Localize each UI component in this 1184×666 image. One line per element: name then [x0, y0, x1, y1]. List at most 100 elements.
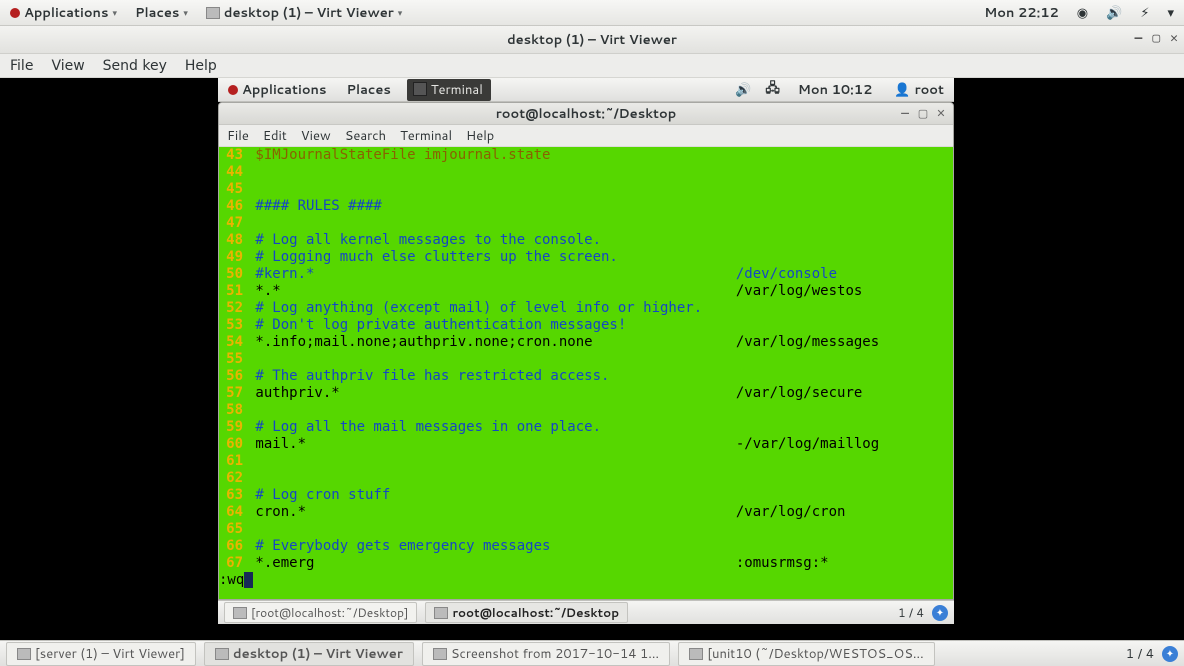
code-line: 57 authpriv.* /var/log/secure: [219, 385, 949, 402]
guest-user[interactable]: 👤 root: [890, 79, 948, 101]
code-text: *.* /var/log/westos: [247, 283, 862, 300]
outer-bottom-panel: [server (1) – Virt Viewer] desktop (1) –…: [0, 640, 1184, 666]
battery-icon[interactable]: ⚡: [1136, 2, 1153, 24]
wifi-icon[interactable]: ◉: [1073, 2, 1092, 24]
code-line: 54 *.info;mail.none;authpriv.none;cron.n…: [219, 334, 949, 351]
taskbar-item[interactable]: desktop (1) – Virt Viewer: [204, 642, 414, 666]
workspace-badge[interactable]: ✦: [1162, 646, 1178, 662]
menu-file[interactable]: File: [10, 58, 33, 74]
outer-top-panel: Applications ▾ Places ▾ desktop (1) – Vi…: [0, 0, 1184, 26]
network-icon[interactable]: 🖧: [765, 79, 780, 101]
code-text: # Log all kernel messages to the console…: [247, 232, 601, 249]
active-app-menu[interactable]: desktop (1) – Virt Viewer ▾: [202, 2, 406, 24]
code-line: 61: [219, 453, 949, 470]
code-line: 52 # Log anything (except mail) of level…: [219, 300, 949, 317]
code-text: [247, 470, 255, 487]
taskbar-item-label: Screenshot from 2017-10-14 1…: [451, 645, 659, 663]
applications-label: Applications: [24, 4, 108, 22]
close-icon[interactable]: ✕: [1170, 31, 1178, 46]
line-number: 62: [219, 470, 247, 487]
volume-icon[interactable]: 🔊: [1102, 2, 1126, 24]
line-number: 66: [219, 538, 247, 555]
code-text: [247, 215, 255, 232]
code-text: # Log anything (except mail) of level in…: [247, 300, 702, 317]
guest-applications-menu[interactable]: Applications: [224, 79, 330, 101]
terminal-menubar: File Edit View Search Terminal Help: [219, 125, 953, 147]
taskbar-item[interactable]: [unit10 (~/Desktop/WESTOS_OS…: [678, 642, 935, 666]
vim-command-line[interactable]: :wq: [219, 572, 949, 589]
code-text: *.emerg :omusrmsg:*: [247, 555, 829, 572]
line-number: 47: [219, 215, 247, 232]
apps-icon: [228, 85, 238, 95]
menu-sendkey[interactable]: Send key: [103, 58, 167, 74]
taskbar-item[interactable]: root@localhost:~/Desktop: [425, 602, 628, 623]
guest-places-menu[interactable]: Places: [342, 79, 394, 101]
terminal-icon: [233, 607, 247, 619]
volume-icon[interactable]: 🔊: [735, 81, 751, 99]
taskbar-item[interactable]: [root@localhost:~/Desktop]: [224, 602, 417, 623]
line-number: 56: [219, 368, 247, 385]
line-number: 55: [219, 351, 247, 368]
code-line: 44: [219, 164, 949, 181]
virt-viewer-window: desktop (1) – Virt Viewer — ▢ ✕ File Vie…: [0, 26, 1184, 640]
code-text: cron.* /var/log/cron: [247, 504, 845, 521]
term-menu-edit[interactable]: Edit: [263, 127, 287, 145]
guest-clock[interactable]: Mon 10:12: [794, 79, 877, 101]
code-text: mail.* -/var/log/maillog: [247, 436, 879, 453]
line-number: 64: [219, 504, 247, 521]
workspace-badge[interactable]: ✦: [932, 605, 948, 621]
code-text: #### RULES ####: [247, 198, 382, 215]
terminal-viewport[interactable]: 43 $IMJournalStateFile imjournal.state44…: [219, 147, 953, 599]
terminal-titlebar[interactable]: root@localhost:~/Desktop — ▢ ✕: [219, 103, 953, 125]
applications-menu[interactable]: Applications ▾: [6, 2, 121, 24]
menu-view[interactable]: View: [51, 58, 84, 74]
taskbar-item[interactable]: Screenshot from 2017-10-14 1…: [422, 642, 670, 666]
code-text: # Log cron stuff: [247, 487, 390, 504]
code-line: 51 *.* /var/log/westos: [219, 283, 949, 300]
places-menu[interactable]: Places ▾: [131, 2, 192, 24]
guest-desktop[interactable]: Applications Places Terminal 🔊 🖧 Mon 10:…: [0, 78, 1184, 640]
taskbar-item[interactable]: [server (1) – Virt Viewer]: [6, 642, 196, 666]
term-menu-search[interactable]: Search: [345, 127, 386, 145]
taskbar-item-label: desktop (1) – Virt Viewer: [233, 645, 403, 663]
code-line: 58: [219, 402, 949, 419]
code-text: # Don't log private authentication messa…: [247, 317, 626, 334]
code-text: [247, 351, 255, 368]
menu-help[interactable]: Help: [185, 58, 217, 74]
system-menu[interactable]: ▾: [1163, 2, 1178, 24]
minimize-icon[interactable]: —: [1135, 31, 1143, 46]
code-line: 46 #### RULES ####: [219, 198, 949, 215]
code-line: 63 # Log cron stuff: [219, 487, 949, 504]
term-menu-help[interactable]: Help: [466, 127, 494, 145]
line-number: 44: [219, 164, 247, 181]
app-icon: [17, 648, 31, 660]
code-line: 65: [219, 521, 949, 538]
code-text: # The authpriv file has restricted acces…: [247, 368, 609, 385]
apps-icon: [10, 8, 20, 18]
workspace-indicator[interactable]: 1 / 4: [898, 604, 924, 621]
maximize-icon[interactable]: ▢: [1152, 31, 1160, 46]
code-text: *.info;mail.none;authpriv.none;cron.none…: [247, 334, 879, 351]
code-line: 59 # Log all the mail messages in one pl…: [219, 419, 949, 436]
cursor: [244, 572, 253, 588]
line-number: 43: [219, 147, 247, 164]
virt-titlebar[interactable]: desktop (1) – Virt Viewer — ▢ ✕: [0, 26, 1184, 54]
close-icon[interactable]: ✕: [933, 106, 949, 120]
code-text: [247, 181, 255, 198]
code-line: 56 # The authpriv file has restricted ac…: [219, 368, 949, 385]
maximize-icon[interactable]: ▢: [915, 106, 931, 120]
code-text: # Logging much else clutters up the scre…: [247, 249, 618, 266]
workspace-indicator[interactable]: 1 / 4: [1126, 645, 1154, 663]
term-menu-file[interactable]: File: [227, 127, 249, 145]
term-menu-view[interactable]: View: [301, 127, 331, 145]
clock[interactable]: Mon 22:12: [980, 2, 1063, 24]
term-menu-terminal[interactable]: Terminal: [400, 127, 452, 145]
line-number: 63: [219, 487, 247, 504]
taskbar-item-label: [unit10 (~/Desktop/WESTOS_OS…: [707, 645, 924, 663]
code-text: [247, 164, 255, 181]
guest-active-terminal[interactable]: Terminal: [407, 79, 491, 101]
minimize-icon[interactable]: —: [897, 106, 913, 120]
line-number: 51: [219, 283, 247, 300]
line-number: 54: [219, 334, 247, 351]
code-line: 67 *.emerg :omusrmsg:*: [219, 555, 949, 572]
